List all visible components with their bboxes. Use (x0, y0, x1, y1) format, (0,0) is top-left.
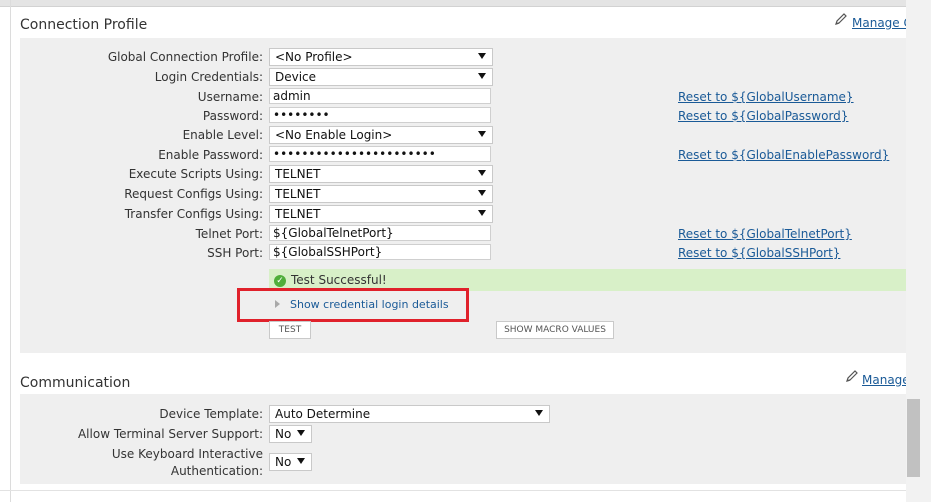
left-divider (10, 0, 11, 502)
ssh-port-input[interactable]: ${GlobalSSHPort} (269, 244, 491, 260)
request-configs-select[interactable]: TELNET (269, 185, 493, 203)
terminal-server-value: No (275, 427, 292, 441)
device-template-label: Device Template: (159, 407, 263, 421)
enable-level-select[interactable]: <No Enable Login> (269, 126, 493, 144)
check-circle-icon: ✓ (274, 275, 286, 287)
transfer-configs-select[interactable]: TELNET (269, 205, 493, 223)
pencil-icon[interactable] (834, 12, 848, 26)
keyboard-auth-label-line1: Use Keyboard Interactive (111, 447, 263, 461)
reset-telnet-port-link[interactable]: Reset to ${GlobalTelnetPort} (678, 227, 852, 241)
password-input[interactable]: •••••••• (269, 107, 491, 123)
global-profile-label: Global Connection Profile: (107, 50, 263, 64)
enable-password-input[interactable]: ••••••••••••••••••••••• (269, 146, 491, 162)
dropdown-arrow-icon (478, 73, 486, 79)
execute-scripts-select[interactable]: TELNET (269, 165, 493, 183)
manage-communication-link[interactable]: Manage (862, 373, 906, 387)
telnet-port-label: Telnet Port: (195, 227, 263, 241)
test-button[interactable]: TEST (269, 321, 311, 339)
dropdown-arrow-icon (478, 131, 486, 137)
keyboard-auth-select[interactable]: No (269, 453, 312, 471)
reset-password-link[interactable]: Reset to ${GlobalPassword} (678, 109, 848, 123)
login-credentials-label: Login Credentials: (154, 70, 263, 84)
execute-scripts-label: Execute Scripts Using: (128, 167, 263, 181)
reset-enable-password-link[interactable]: Reset to ${GlobalEnablePassword} (678, 148, 889, 162)
dropdown-arrow-icon (478, 210, 486, 216)
test-status-text: Test Successful! (291, 273, 387, 287)
dropdown-arrow-icon (478, 190, 486, 196)
request-configs-label: Request Configs Using: (124, 187, 263, 201)
top-divider (0, 0, 906, 7)
request-configs-value: TELNET (275, 187, 321, 201)
transfer-configs-value: TELNET (275, 207, 321, 221)
communication-title: Communication (20, 375, 131, 391)
login-credentials-select[interactable]: Device (269, 68, 493, 86)
username-input[interactable]: admin (269, 88, 491, 104)
enable-level-label: Enable Level: (182, 128, 263, 142)
terminal-server-select[interactable]: No (269, 425, 312, 443)
reset-username-link[interactable]: Reset to ${GlobalUsername} (678, 90, 854, 104)
enable-password-label: Enable Password: (158, 148, 263, 162)
transfer-configs-label: Transfer Configs Using: (124, 207, 263, 221)
scrollbar-thumb[interactable] (907, 399, 920, 477)
pencil-icon[interactable] (845, 369, 859, 383)
telnet-port-input[interactable]: ${GlobalTelnetPort} (269, 225, 491, 241)
reset-ssh-port-link[interactable]: Reset to ${GlobalSSHPort} (678, 246, 840, 260)
device-template-select[interactable]: Auto Determine (269, 405, 550, 423)
triangle-right-icon[interactable] (275, 300, 280, 308)
password-label: Password: (202, 109, 263, 123)
login-credentials-value: Device (275, 70, 317, 84)
global-profile-value: <No Profile> (275, 50, 353, 64)
dropdown-arrow-icon (297, 458, 305, 464)
dropdown-arrow-icon (478, 170, 486, 176)
connection-profile-title: Connection Profile (20, 17, 148, 33)
dropdown-arrow-icon (535, 410, 543, 416)
username-label: Username: (197, 90, 263, 104)
global-profile-select[interactable]: <No Profile> (269, 48, 493, 66)
device-template-value: Auto Determine (275, 407, 371, 421)
dropdown-arrow-icon (297, 430, 305, 436)
keyboard-auth-label-line2: Authentication: (170, 464, 263, 478)
bottom-divider (0, 490, 906, 491)
show-macro-values-button[interactable]: SHOW MACRO VALUES (496, 321, 614, 339)
execute-scripts-value: TELNET (275, 167, 321, 181)
show-credential-details-link[interactable]: Show credential login details (290, 298, 449, 311)
ssh-port-label: SSH Port: (207, 246, 263, 260)
dropdown-arrow-icon (478, 53, 486, 59)
terminal-server-label: Allow Terminal Server Support: (77, 427, 263, 441)
manage-connection-profile-link[interactable]: Manage Co (852, 16, 906, 30)
keyboard-auth-value: No (275, 455, 292, 469)
enable-level-value: <No Enable Login> (275, 128, 393, 142)
